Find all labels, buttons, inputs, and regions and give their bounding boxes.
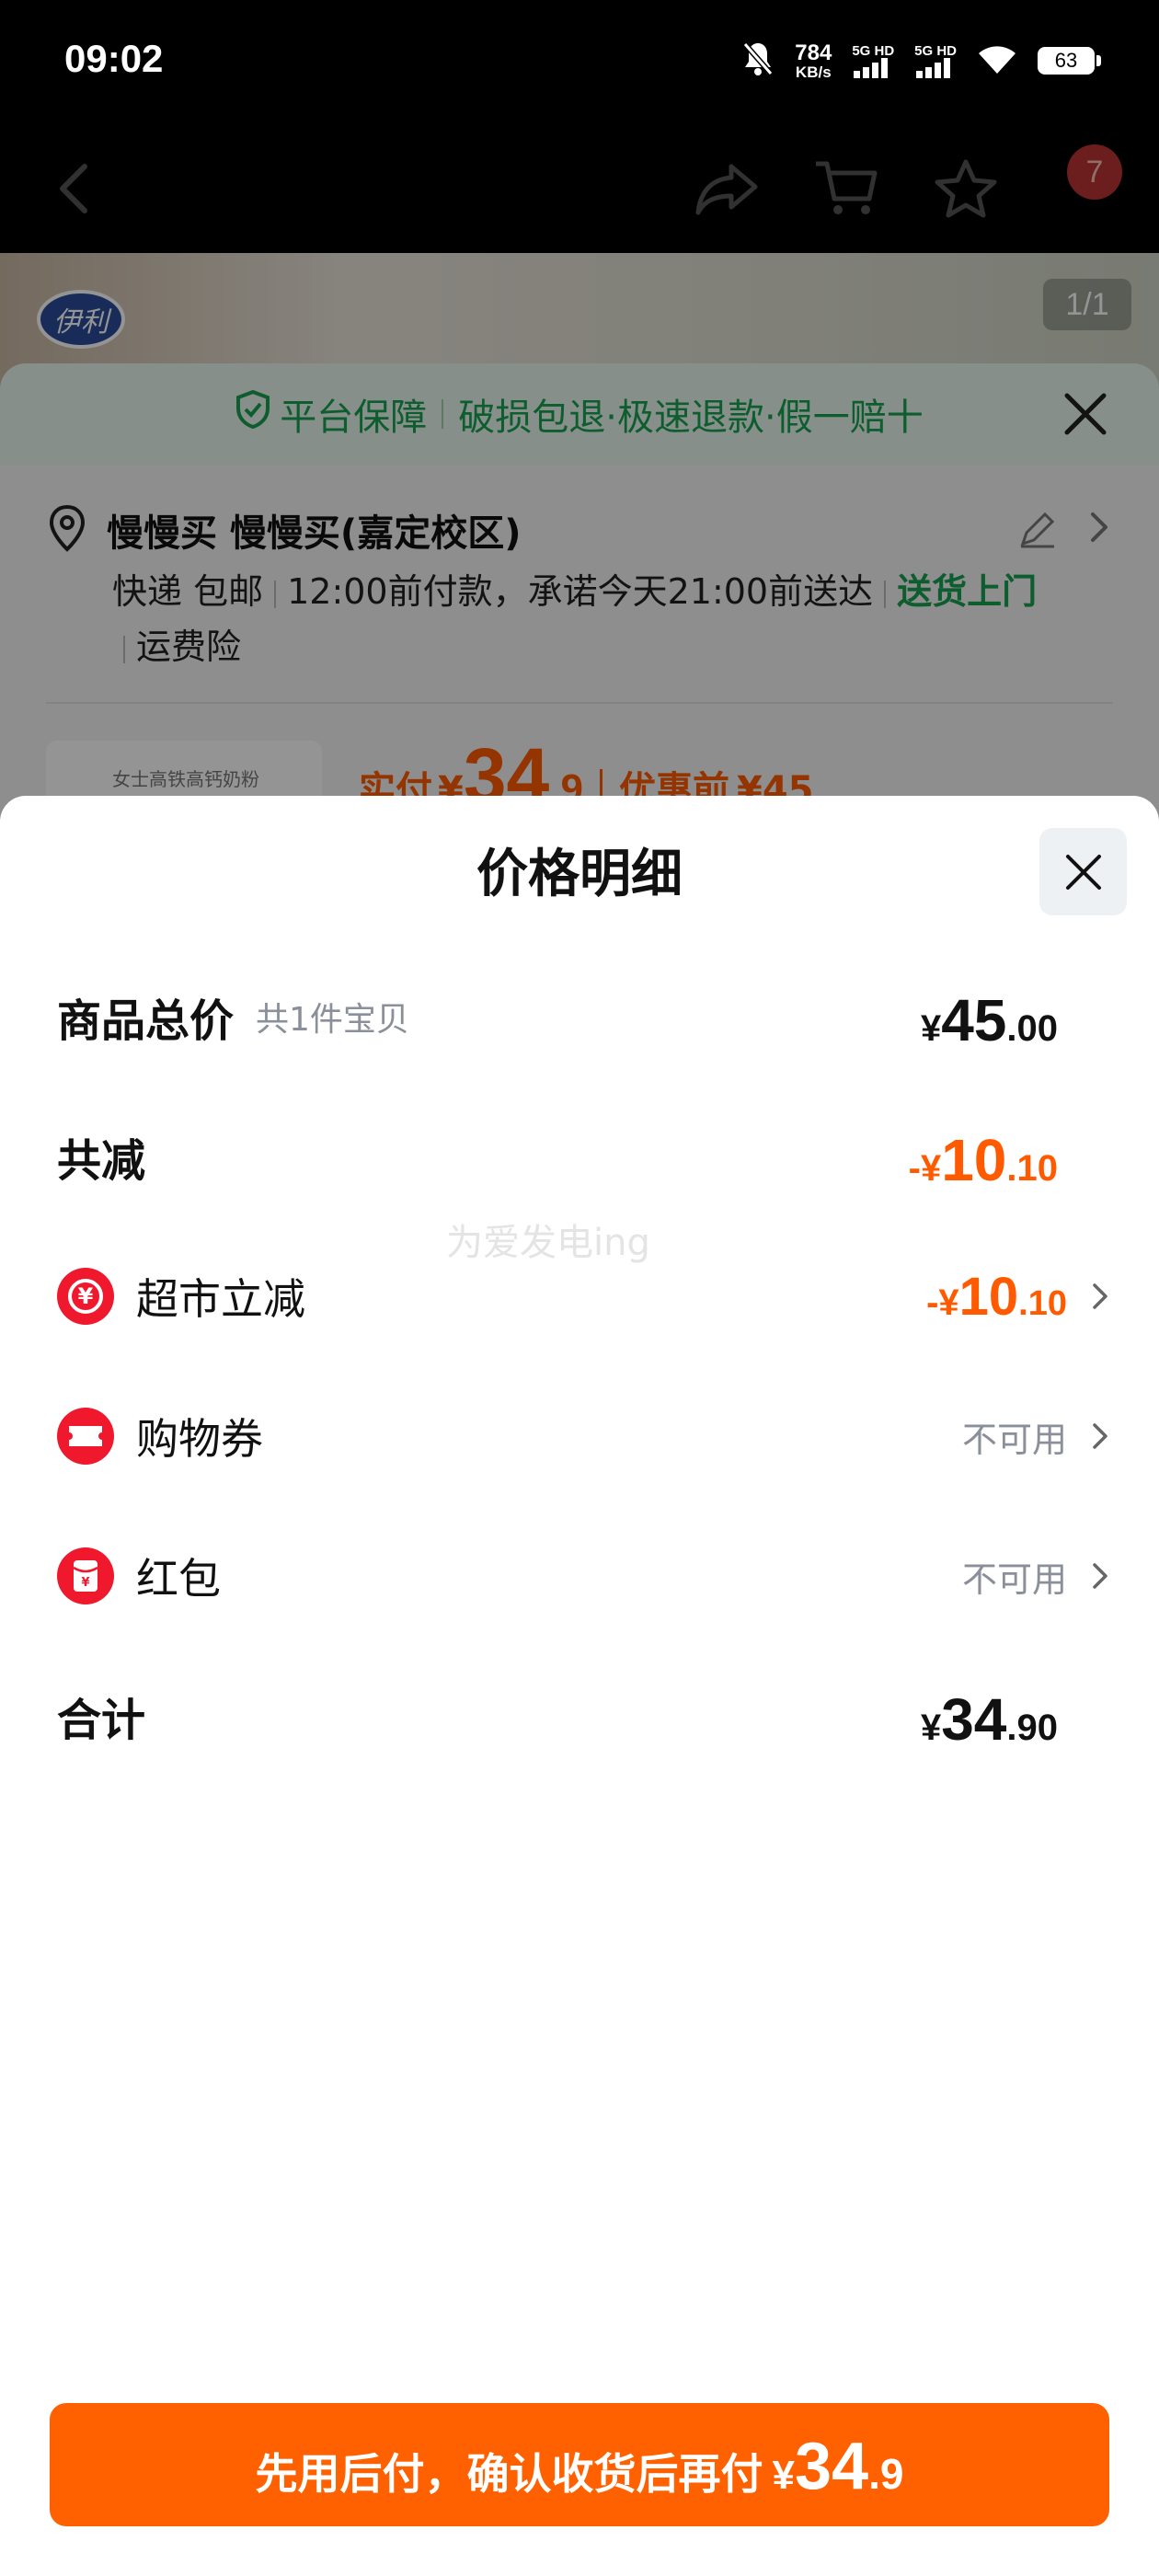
- row-label: 红包: [136, 1554, 221, 1604]
- red-packet-status: 不可用: [961, 1558, 1067, 1600]
- chevron-right-icon: [1093, 1283, 1107, 1309]
- row-red-packet[interactable]: ¥ 红包 不可用: [0, 1525, 1159, 1627]
- svg-text:¥: ¥: [78, 1283, 94, 1309]
- pay-button-amount: ¥ 34 .9: [772, 2430, 904, 2503]
- signal-bars-icon: [916, 57, 951, 78]
- status-bar: 09:02 784 KB/s 5G HD 5G HD 63: [0, 0, 1159, 124]
- sheet-close-button[interactable]: [1039, 828, 1127, 915]
- sum-amount: ¥ 34 .90: [920, 1686, 1058, 1753]
- price-detail-sheet: 价格明细 商品总价 共1件宝贝 ¥ 45 .00 共减 - ¥ 10 .10 ¥…: [0, 796, 1159, 2576]
- total-discount-amount: - ¥ 10 .10: [908, 1127, 1058, 1193]
- row-label: 共减: [57, 1135, 146, 1187]
- mute-bell-icon: [741, 40, 775, 81]
- signal-sim1: 5G HD: [852, 44, 894, 78]
- ticket-icon: [57, 1408, 114, 1465]
- sheet-title: 价格明细: [476, 845, 683, 904]
- chevron-right-icon: [1093, 1563, 1107, 1589]
- signal-bars-icon: [854, 57, 889, 78]
- pay-button-label: 先用后付，确认收货后再付: [255, 2449, 763, 2499]
- wifi-icon: [977, 42, 1017, 79]
- red-envelope-icon: ¥: [57, 1547, 114, 1604]
- svg-text:¥: ¥: [81, 1576, 89, 1590]
- coupon-status: 不可用: [961, 1419, 1067, 1460]
- row-label: 商品总价: [57, 995, 235, 1047]
- discount-coin-icon: ¥: [57, 1268, 114, 1325]
- status-icons: 784 KB/s 5G HD 5G HD 63: [741, 37, 1101, 85]
- row-label: 合计: [57, 1695, 146, 1746]
- signal-sim2: 5G HD: [914, 44, 957, 78]
- close-icon: [1065, 854, 1101, 890]
- chevron-right-icon: [1093, 1423, 1107, 1449]
- row-total-discount: 共减 - ¥ 10 .10: [0, 1106, 1159, 1207]
- row-label: 超市立减: [136, 1274, 305, 1324]
- goods-total-amount: ¥ 45 .00: [920, 987, 1058, 1053]
- network-speed: 784 KB/s: [795, 40, 832, 81]
- item-count: 共1件宝贝: [256, 1001, 409, 1039]
- row-shopping-coupon[interactable]: 购物券 不可用: [0, 1386, 1159, 1487]
- row-sum: 合计 ¥ 34 .90: [0, 1665, 1159, 1766]
- watermark: 为爱发电ing: [446, 1222, 650, 1264]
- row-label: 购物券: [136, 1414, 263, 1464]
- pay-later-button[interactable]: 先用后付，确认收货后再付 ¥ 34 .9: [50, 2403, 1109, 2526]
- battery-indicator: 63: [1038, 47, 1101, 75]
- row-total-goods: 商品总价 共1件宝贝 ¥ 45 .00: [0, 966, 1159, 1067]
- status-time: 09:02: [64, 37, 164, 80]
- supermarket-discount-amount: - ¥ 10 .10: [926, 1266, 1067, 1327]
